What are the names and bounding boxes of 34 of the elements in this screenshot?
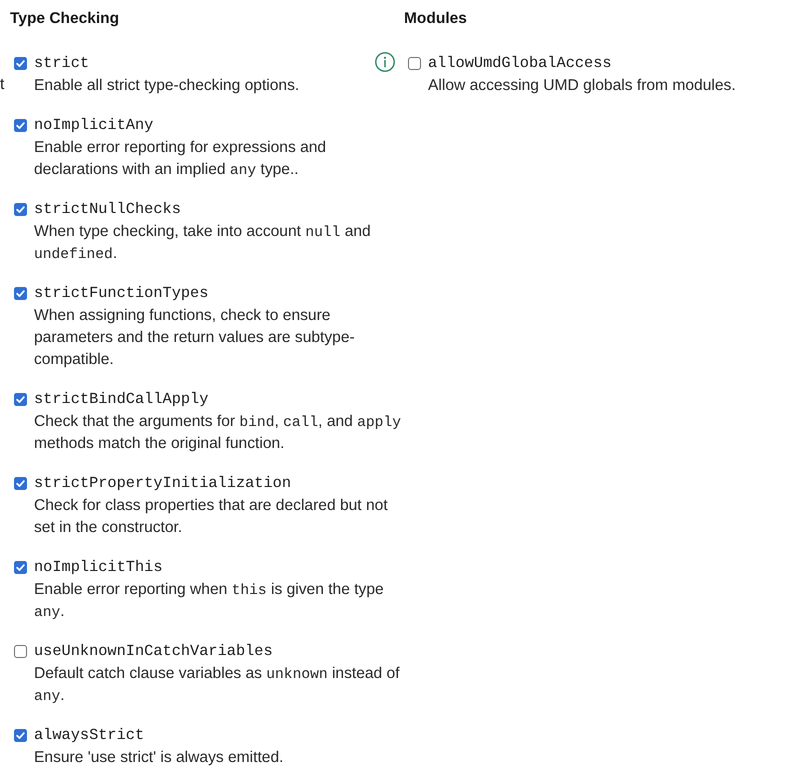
option-name: strictNullChecks <box>34 199 181 220</box>
checkbox[interactable] <box>14 476 27 490</box>
checkbox[interactable] <box>14 560 27 574</box>
section-heading: Type Checking <box>10 9 120 29</box>
option-description: Check for class properties that are declared but not set in the constructor. <box>34 496 389 538</box>
option-description: Ensure 'use strict' is always emitted. <box>34 748 284 768</box>
option-name: strict <box>34 53 90 74</box>
option-description: Default catch clause variables as unknown instead of any. <box>34 664 401 707</box>
checkbox[interactable] <box>14 728 27 742</box>
option-description: Enable error reporting for expressions and declarations with an implied any type.. <box>34 138 328 181</box>
info-icon[interactable] <box>375 52 395 72</box>
option-description: Check that the arguments for bind, call, and apply methods match the original function. <box>34 412 402 454</box>
checkbox[interactable] <box>14 202 27 216</box>
checkbox[interactable] <box>408 56 421 70</box>
checkbox[interactable] <box>14 118 27 132</box>
option-name: noImplicitThis <box>34 557 163 578</box>
option-description: Enable all strict type-checking options. <box>34 76 300 96</box>
checkbox[interactable] <box>14 644 27 658</box>
option-description: Allow accessing UMD globals from modules. <box>428 76 737 96</box>
option-description: When type checking, take into account null and undefined. <box>34 222 372 265</box>
section-heading: Modules <box>404 9 468 29</box>
option-name: allowUmdGlobalAccess <box>428 53 612 74</box>
checkbox[interactable] <box>14 56 27 70</box>
clipped-text: t <box>0 75 4 95</box>
checkbox[interactable] <box>14 392 27 406</box>
option-name: noImplicitAny <box>34 115 154 136</box>
option-name: useUnknownInCatchVariables <box>34 641 273 662</box>
option-description: When assigning functions, check to ensure parameters and the return values are subtype-compatible. <box>34 306 356 370</box>
checkbox[interactable] <box>14 286 27 300</box>
option-name: alwaysStrict <box>34 725 144 746</box>
option-name: strictFunctionTypes <box>34 283 208 304</box>
option-name: strictPropertyInitialization <box>34 473 292 494</box>
option-name: strictBindCallApply <box>34 389 208 410</box>
option-description: Enable error reporting when this is given the type any. <box>34 580 385 623</box>
